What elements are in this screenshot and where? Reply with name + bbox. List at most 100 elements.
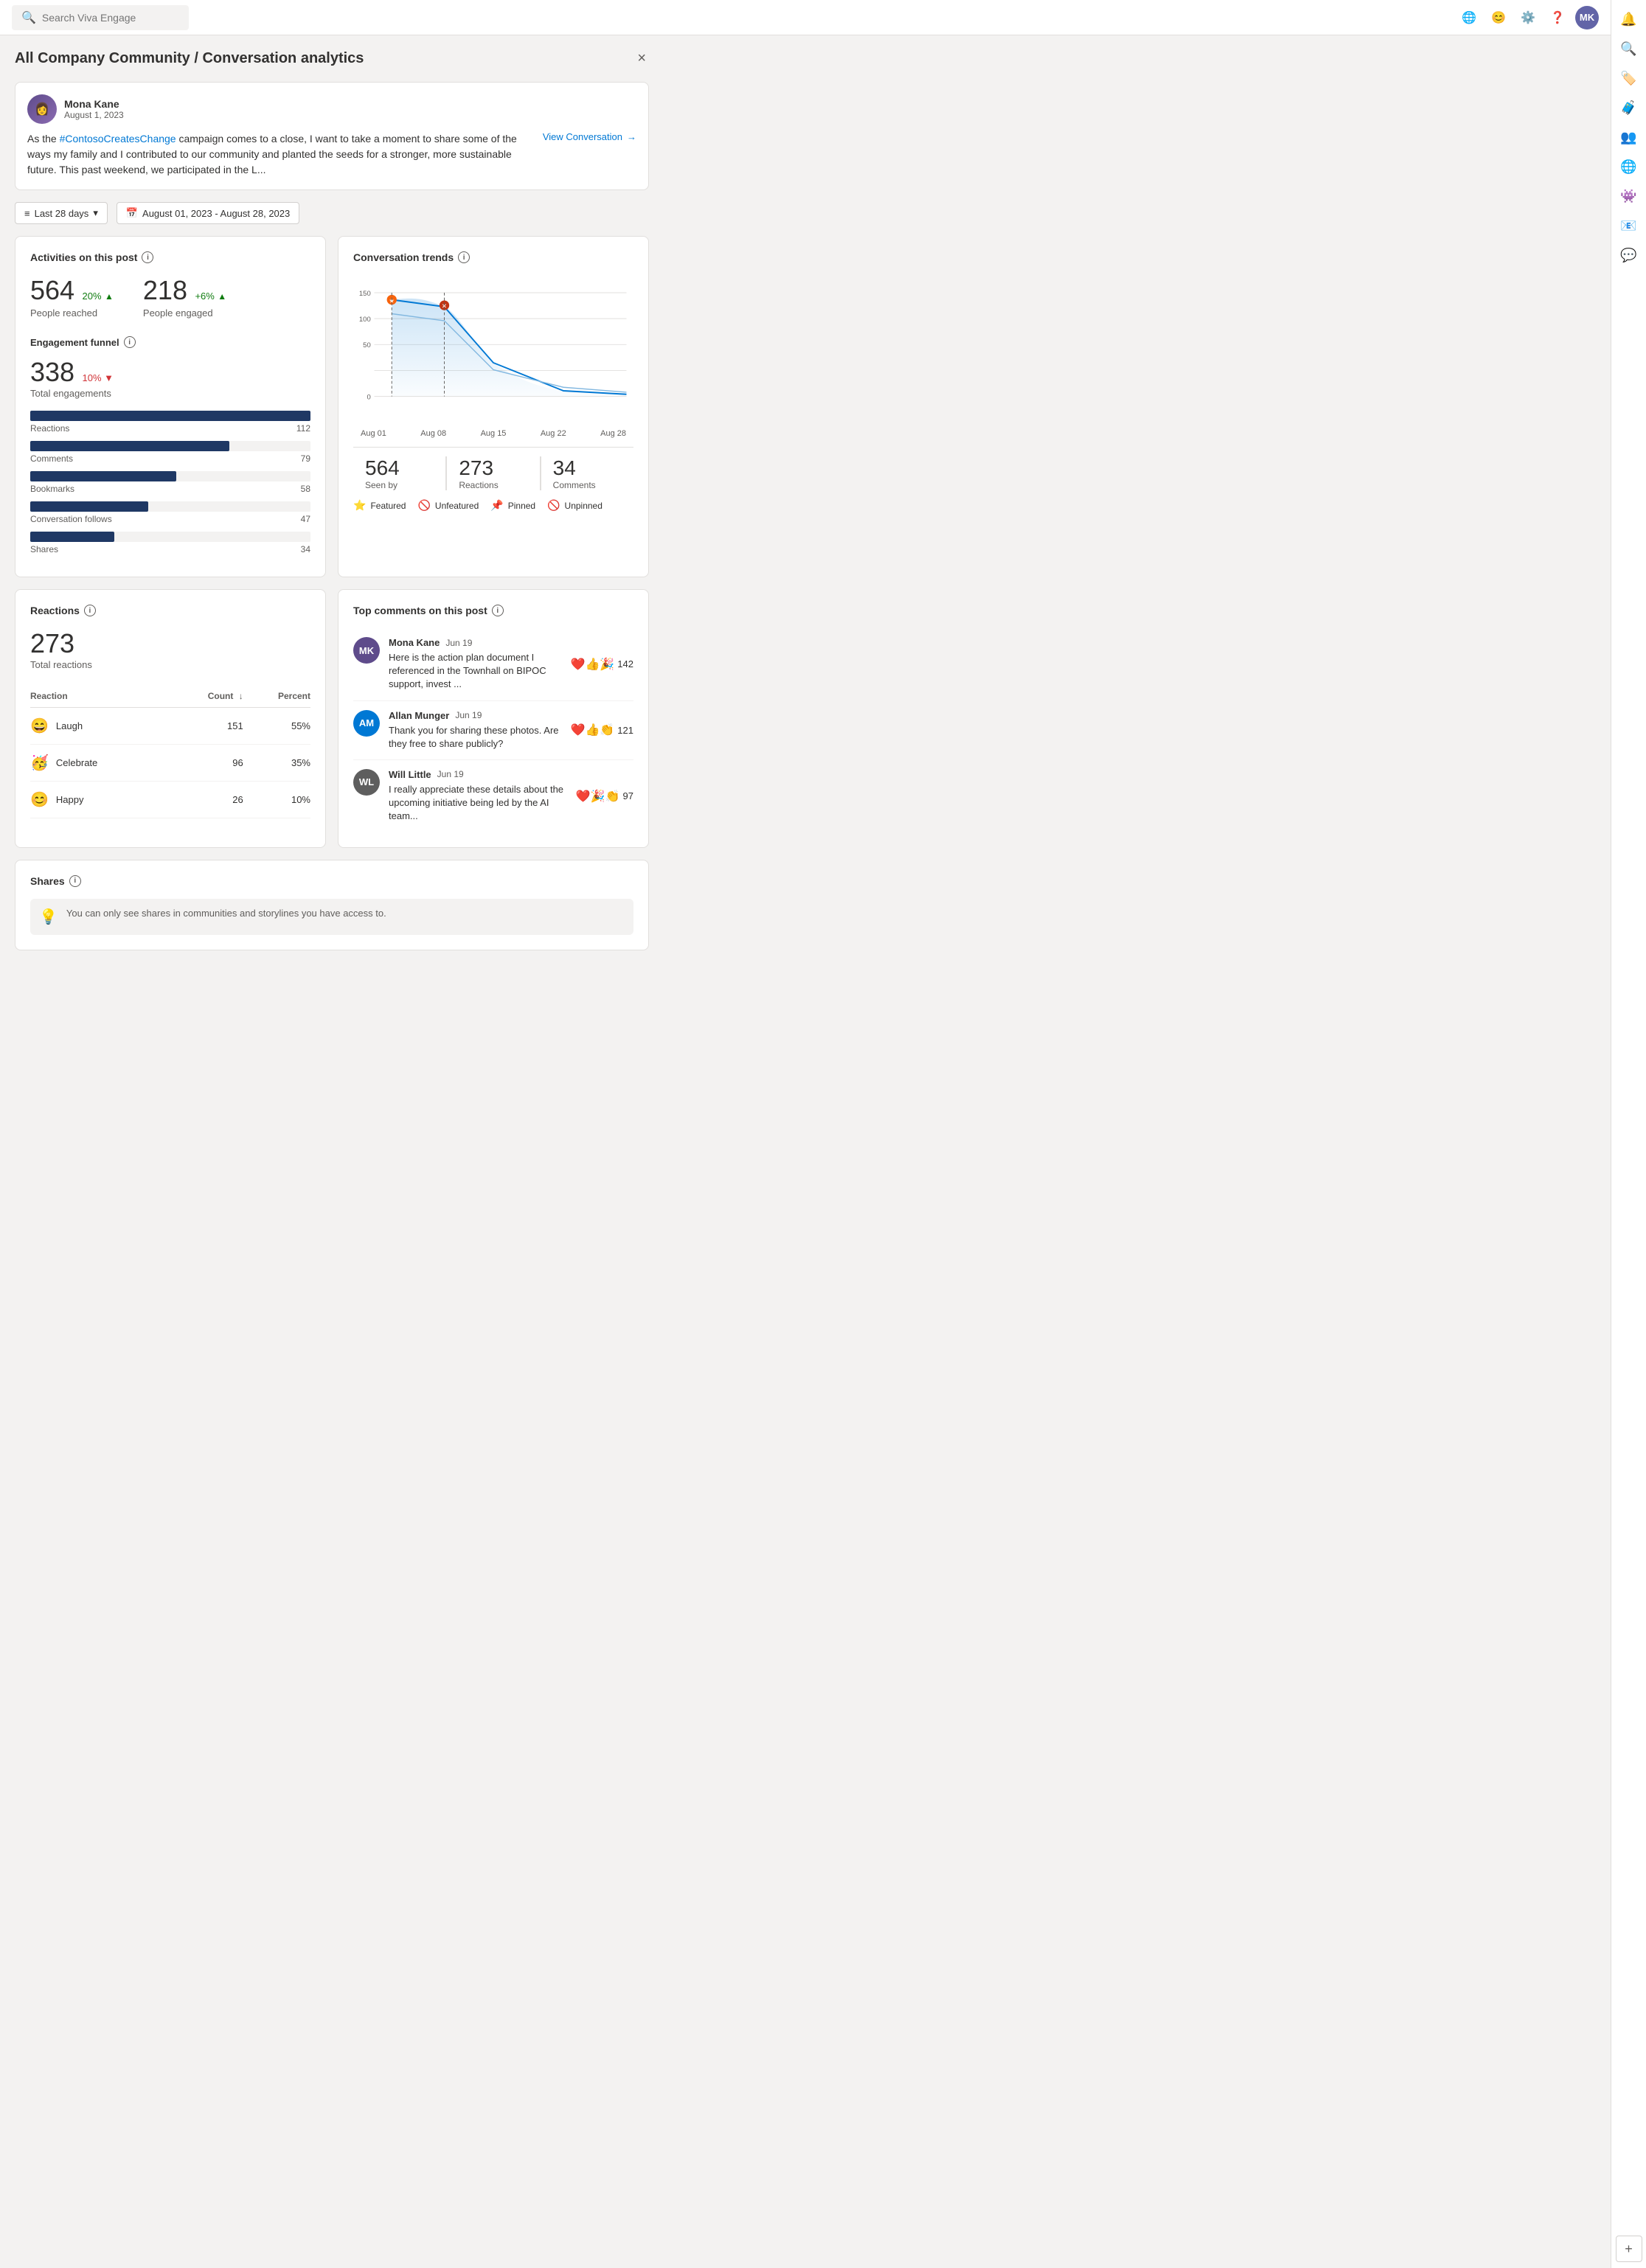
activities-info-icon[interactable]: i bbox=[142, 251, 153, 263]
search-box[interactable]: 🔍 bbox=[12, 5, 189, 30]
user-avatar-button[interactable]: MK bbox=[1575, 6, 1599, 29]
laugh-percent: 55% bbox=[243, 708, 310, 745]
date-range-filter[interactable]: 📅 August 01, 2023 - August 28, 2023 bbox=[117, 202, 299, 224]
funnel-bars: Reactions 112 Comments 79 bbox=[30, 411, 310, 554]
sidebar-globe-icon[interactable]: 🌐 bbox=[1616, 153, 1642, 180]
sidebar-search-icon[interactable]: 🔍 bbox=[1616, 35, 1642, 62]
people-reached-stat: 564 20% ▲ People reached bbox=[30, 275, 114, 319]
shares-info-icon[interactable]: i bbox=[69, 875, 81, 887]
people-reached-change: 20% bbox=[83, 291, 102, 302]
people-engaged-number: 218 +6% ▲ bbox=[143, 275, 226, 306]
bar-reactions-value: 112 bbox=[296, 423, 310, 434]
chart-stat-reactions-num: 273 bbox=[459, 456, 527, 480]
bar-bookmarks-value: 58 bbox=[301, 484, 310, 494]
post-author-info: Mona Kane August 1, 2023 bbox=[64, 98, 124, 120]
search-input[interactable] bbox=[42, 12, 179, 24]
sidebar-game-icon[interactable]: 👾 bbox=[1616, 183, 1642, 209]
legend-unpinned: 🚫 Unpinned bbox=[547, 499, 603, 512]
reactions-table: Reaction Count ↓ Percent 😄 Laugh bbox=[30, 685, 310, 818]
top-comments-info-icon[interactable]: i bbox=[492, 605, 504, 616]
reaction-happy-cell: 😊 Happy bbox=[30, 782, 170, 818]
post-card: 👩 Mona Kane August 1, 2023 As the #Conto… bbox=[15, 82, 649, 190]
svg-text:100: 100 bbox=[359, 316, 371, 324]
comment-header-1: Mona Kane Jun 19 bbox=[389, 637, 562, 648]
reaction-col-header: Reaction bbox=[30, 685, 170, 708]
list-item: WL Will Little Jun 19 I really appreciat… bbox=[353, 760, 633, 832]
reaction-laugh-cell: 😄 Laugh bbox=[30, 708, 170, 745]
comment-count-2: 121 bbox=[617, 725, 633, 736]
globe-nav-icon[interactable]: 🌐 bbox=[1457, 6, 1481, 29]
comment-header-2: Allan Munger Jun 19 bbox=[389, 710, 562, 721]
comment-date-3: Jun 19 bbox=[437, 769, 464, 779]
page-content: All Company Community / Conversation ana… bbox=[0, 35, 664, 974]
sidebar-notifications-icon[interactable]: 🔔 bbox=[1616, 6, 1642, 32]
sidebar-tag-icon[interactable]: 🏷️ bbox=[1616, 65, 1642, 91]
pinned-legend-label: Pinned bbox=[508, 501, 535, 511]
emoji-nav-icon[interactable]: 😊 bbox=[1487, 6, 1510, 29]
bar-shares: Shares 34 bbox=[30, 532, 310, 554]
chart-label-aug22: Aug 22 bbox=[541, 429, 566, 438]
table-row: 😄 Laugh 151 55% bbox=[30, 708, 310, 745]
comment-author-2: Allan Munger bbox=[389, 710, 449, 721]
list-item: AM Allan Munger Jun 19 Thank you for sha… bbox=[353, 701, 633, 760]
chart-stats: 564 Seen by 273 Reactions 34 Comments bbox=[353, 447, 633, 490]
trends-info-icon[interactable]: i bbox=[458, 251, 470, 263]
post-author-section: 👩 Mona Kane August 1, 2023 bbox=[27, 94, 636, 124]
bar-follows-label: Conversation follows bbox=[30, 514, 112, 524]
chart-stat-reactions-label: Reactions bbox=[459, 480, 527, 490]
comment-header-3: Will Little Jun 19 bbox=[389, 769, 567, 780]
author-date: August 1, 2023 bbox=[64, 110, 124, 120]
funnel-total-section: 338 10% ▼ bbox=[30, 357, 310, 388]
count-col-header: Count ↓ bbox=[170, 685, 243, 708]
celebrate-emoji: 🥳 bbox=[30, 754, 49, 772]
svg-text:150: 150 bbox=[359, 290, 371, 298]
happy-count: 26 bbox=[170, 782, 243, 818]
reactions-total-number: 273 bbox=[30, 628, 310, 659]
view-conversation-button[interactable]: View Conversation → bbox=[543, 131, 636, 142]
sidebar-outlook-icon[interactable]: 📧 bbox=[1616, 212, 1642, 239]
comment-count-1: 142 bbox=[617, 658, 633, 669]
sidebar-add-icon[interactable]: + bbox=[1616, 2236, 1642, 2262]
trends-title: Conversation trends i bbox=[353, 251, 633, 263]
comment-emoji-2: ❤️👍👏 bbox=[571, 723, 615, 737]
reactions-card: Reactions i 273 Total reactions Reaction… bbox=[15, 589, 326, 848]
bar-fill-reactions bbox=[30, 411, 310, 421]
legend-pinned: 📌 Pinned bbox=[490, 499, 535, 512]
chart-stat-seen-label: Seen by bbox=[365, 480, 434, 490]
sidebar-chat-icon[interactable]: 💬 bbox=[1616, 242, 1642, 268]
shares-info-text: You can only see shares in communities a… bbox=[66, 908, 386, 919]
author-name: Mona Kane bbox=[64, 98, 124, 110]
bar-comments-label: Comments bbox=[30, 453, 73, 464]
chevron-down-icon: ▾ bbox=[93, 207, 98, 219]
sidebar-people-icon[interactable]: 👥 bbox=[1616, 124, 1642, 150]
bar-follows-value: 47 bbox=[301, 514, 310, 524]
table-row: 🥳 Celebrate 96 35% bbox=[30, 745, 310, 782]
period-filter-button[interactable]: ≡ Last 28 days ▾ bbox=[15, 202, 108, 224]
top-comments-card: Top comments on this post i MK Mona Kane… bbox=[338, 589, 649, 848]
settings-nav-icon[interactable]: ⚙️ bbox=[1516, 6, 1540, 29]
post-hashtag-link[interactable]: #ContosoCreatesChange bbox=[60, 133, 176, 145]
comment-date-2: Jun 19 bbox=[455, 710, 482, 720]
bar-fill-comments bbox=[30, 441, 229, 451]
filter-bar: ≡ Last 28 days ▾ 📅 August 01, 2023 - Aug… bbox=[15, 202, 649, 224]
chart-stat-seen-num: 564 bbox=[365, 456, 434, 480]
bottom-grid: Reactions i 273 Total reactions Reaction… bbox=[15, 589, 649, 848]
funnel-info-icon[interactable]: i bbox=[124, 336, 136, 348]
comment-avatar-am: AM bbox=[353, 710, 380, 737]
sort-icon[interactable]: ↓ bbox=[239, 691, 243, 701]
close-button[interactable]: × bbox=[634, 47, 649, 70]
reactions-info-icon[interactable]: i bbox=[84, 605, 96, 616]
funnel-change: 10% ▼ bbox=[83, 372, 114, 383]
comment-reactions-3: ❤️🎉👏 97 bbox=[576, 769, 633, 824]
comment-date-1: Jun 19 bbox=[445, 638, 472, 648]
comment-count-3: 97 bbox=[623, 790, 633, 801]
sidebar-briefcase-icon[interactable]: 🧳 bbox=[1616, 94, 1642, 121]
comment-reactions-2: ❤️👍👏 121 bbox=[571, 710, 633, 751]
help-nav-icon[interactable]: ❓ bbox=[1546, 6, 1569, 29]
up-arrow-icon: ▲ bbox=[105, 291, 114, 302]
comment-text-3: I really appreciate these details about … bbox=[389, 783, 567, 824]
page-header: All Company Community / Conversation ana… bbox=[15, 47, 649, 70]
chart-stat-seen: 564 Seen by bbox=[353, 456, 447, 490]
post-content-row: As the #ContosoCreatesChange campaign co… bbox=[27, 131, 636, 178]
top-comments-title: Top comments on this post i bbox=[353, 605, 633, 616]
